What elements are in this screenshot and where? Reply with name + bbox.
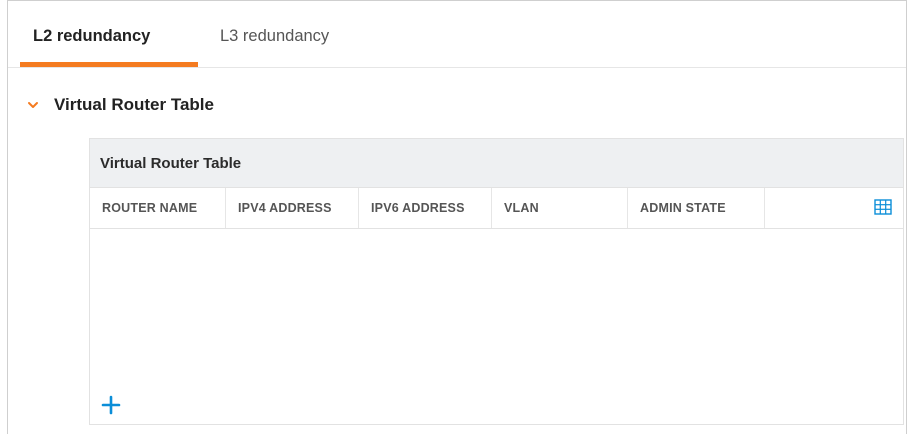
column-header-ipv4-address[interactable]: IPV4 ADDRESS <box>226 188 359 228</box>
section-header-virtual-router-table[interactable]: Virtual Router Table <box>26 93 214 117</box>
section-title: Virtual Router Table <box>54 95 214 114</box>
table-header-row: ROUTER NAME IPV4 ADDRESS IPV6 ADDRESS VL… <box>90 188 903 229</box>
table-title: Virtual Router Table <box>90 139 903 188</box>
tab-bar: L2 redundancy L3 redundancy <box>8 1 906 68</box>
tab-l2-redundancy[interactable]: L2 redundancy <box>33 27 150 46</box>
column-header-vlan[interactable]: VLAN <box>492 188 628 228</box>
tab-l3-redundancy[interactable]: L3 redundancy <box>220 27 329 46</box>
plus-icon[interactable] <box>100 394 122 416</box>
table-body-empty <box>90 229 903 426</box>
column-header-admin-state[interactable]: ADMIN STATE <box>628 188 765 228</box>
column-header-ipv6-address[interactable]: IPV6 ADDRESS <box>359 188 492 228</box>
active-tab-indicator <box>20 62 198 67</box>
column-header-router-name[interactable]: ROUTER NAME <box>90 188 226 228</box>
grid-icon[interactable] <box>874 198 892 216</box>
virtual-router-table: Virtual Router Table ROUTER NAME IPV4 AD… <box>89 138 904 425</box>
chevron-down-icon <box>28 102 38 108</box>
